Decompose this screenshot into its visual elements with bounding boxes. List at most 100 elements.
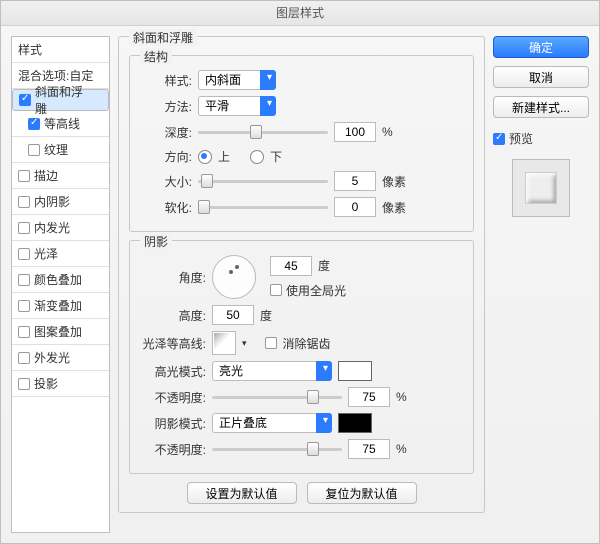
sidebar-item-checkbox[interactable] (19, 94, 31, 106)
sidebar-item-label: 描边 (34, 167, 58, 184)
sidebar-item-5[interactable]: 内发光 (12, 215, 109, 241)
sidebar-item-label: 内阴影 (34, 193, 70, 210)
highlight-color-swatch[interactable] (338, 361, 372, 381)
angle-label: 角度: (140, 269, 206, 286)
sidebar-item-7[interactable]: 颜色叠加 (12, 267, 109, 293)
sidebar-item-label: 渐变叠加 (34, 297, 82, 314)
sidebar-item-checkbox[interactable] (28, 118, 40, 130)
preview-thumbnail (512, 159, 570, 217)
highlight-opacity-label: 不透明度: (140, 389, 206, 406)
ok-button[interactable]: 确定 (493, 36, 589, 58)
soften-input[interactable] (334, 197, 376, 217)
sidebar-item-8[interactable]: 渐变叠加 (12, 293, 109, 319)
shadow-color-swatch[interactable] (338, 413, 372, 433)
size-slider[interactable] (198, 174, 328, 188)
method-label: 方法: (140, 98, 192, 115)
global-light-checkbox[interactable] (270, 284, 282, 296)
dialog-title: 图层样式 (1, 1, 599, 26)
shadow-mode-select[interactable]: 正片叠底 (212, 413, 332, 433)
depth-label: 深度: (140, 124, 192, 141)
soften-label: 软化: (140, 199, 192, 216)
make-default-button[interactable]: 设置为默认值 (187, 482, 297, 504)
style-select[interactable]: 内斜面 (198, 70, 276, 90)
sidebar-item-4[interactable]: 内阴影 (12, 189, 109, 215)
shading-fieldset: 阴影 角度: 度 使用全局光 (129, 240, 474, 474)
sidebar-item-0[interactable]: 斜面和浮雕 (12, 89, 109, 111)
sidebar-item-checkbox[interactable] (28, 144, 40, 156)
sidebar-item-checkbox[interactable] (18, 196, 30, 208)
size-label: 大小: (140, 173, 192, 190)
gloss-label: 光泽等高线: (140, 335, 206, 352)
sidebar-item-label: 图案叠加 (34, 323, 82, 340)
altitude-label: 高度: (140, 307, 206, 324)
highlight-mode-select[interactable]: 亮光 (212, 361, 332, 381)
preview-label: 预览 (509, 130, 533, 147)
sidebar-item-label: 斜面和浮雕 (35, 83, 90, 117)
sidebar-item-3[interactable]: 描边 (12, 163, 109, 189)
sidebar-item-label: 外发光 (34, 349, 70, 366)
size-input[interactable] (334, 171, 376, 191)
structure-title: 结构 (140, 48, 172, 65)
structure-fieldset: 结构 样式: 内斜面 方法: 平滑 深度: % (129, 55, 474, 232)
sidebar-item-checkbox[interactable] (18, 378, 30, 390)
dir-up-radio[interactable] (198, 150, 212, 164)
depth-input[interactable] (334, 122, 376, 142)
sidebar-item-label: 等高线 (44, 115, 80, 132)
dir-down-radio[interactable] (250, 150, 264, 164)
global-light-label: 使用全局光 (286, 282, 346, 299)
reset-default-button[interactable]: 复位为默认值 (307, 482, 417, 504)
sidebar-heading[interactable]: 样式 (12, 37, 109, 63)
size-unit: 像素 (382, 173, 408, 190)
depth-slider[interactable] (198, 125, 328, 139)
sidebar-item-checkbox[interactable] (18, 248, 30, 260)
sidebar-item-label: 投影 (34, 375, 58, 392)
soften-unit: 像素 (382, 199, 408, 216)
shadow-mode-label: 阴影模式: (140, 415, 206, 432)
sidebar-item-9[interactable]: 图案叠加 (12, 319, 109, 345)
altitude-unit: 度 (260, 307, 272, 324)
main-panel: 斜面和浮雕 结构 样式: 内斜面 方法: 平滑 深度: (118, 36, 485, 533)
sidebar-item-checkbox[interactable] (18, 274, 30, 286)
panel-title: 斜面和浮雕 (129, 29, 197, 46)
sidebar-item-11[interactable]: 投影 (12, 371, 109, 397)
style-label: 样式: (140, 72, 192, 89)
sidebar-item-6[interactable]: 光泽 (12, 241, 109, 267)
shading-title: 阴影 (140, 233, 172, 250)
method-select[interactable]: 平滑 (198, 96, 276, 116)
sidebar-item-2[interactable]: 纹理 (12, 137, 109, 163)
sidebar-item-checkbox[interactable] (18, 170, 30, 182)
sidebar-item-checkbox[interactable] (18, 352, 30, 364)
sidebar-item-checkbox[interactable] (18, 222, 30, 234)
sidebar-item-label: 光泽 (34, 245, 58, 262)
layer-style-dialog: 图层样式 样式 混合选项:自定 斜面和浮雕等高线纹理描边内阴影内发光光泽颜色叠加… (0, 0, 600, 544)
highlight-opacity-unit: % (396, 390, 407, 404)
gloss-contour-picker[interactable] (212, 331, 236, 355)
dir-up-label: 上 (218, 148, 230, 165)
sidebar-item-label: 纹理 (44, 141, 68, 158)
soften-slider[interactable] (198, 200, 328, 214)
sidebar-item-checkbox[interactable] (18, 326, 30, 338)
right-panel: 确定 取消 新建样式... 预览 (493, 36, 589, 533)
new-style-button[interactable]: 新建样式... (493, 96, 589, 118)
shadow-opacity-input[interactable] (348, 439, 390, 459)
preview-checkbox[interactable] (493, 133, 505, 145)
direction-label: 方向: (140, 148, 192, 165)
sidebar-item-10[interactable]: 外发光 (12, 345, 109, 371)
bevel-fieldset: 斜面和浮雕 结构 样式: 内斜面 方法: 平滑 深度: (118, 36, 485, 513)
shadow-opacity-label: 不透明度: (140, 441, 206, 458)
highlight-opacity-input[interactable] (348, 387, 390, 407)
cancel-button[interactable]: 取消 (493, 66, 589, 88)
angle-input[interactable] (270, 256, 312, 276)
dir-down-label: 下 (270, 148, 282, 165)
sidebar-item-label: 颜色叠加 (34, 271, 82, 288)
highlight-mode-label: 高光模式: (140, 363, 206, 380)
antialias-label: 消除锯齿 (283, 335, 331, 352)
shadow-opacity-unit: % (396, 442, 407, 456)
highlight-opacity-slider[interactable] (212, 390, 342, 404)
angle-wheel[interactable] (212, 255, 256, 299)
antialias-checkbox[interactable] (265, 337, 277, 349)
styles-sidebar: 样式 混合选项:自定 斜面和浮雕等高线纹理描边内阴影内发光光泽颜色叠加渐变叠加图… (11, 36, 110, 533)
shadow-opacity-slider[interactable] (212, 442, 342, 456)
altitude-input[interactable] (212, 305, 254, 325)
sidebar-item-checkbox[interactable] (18, 300, 30, 312)
